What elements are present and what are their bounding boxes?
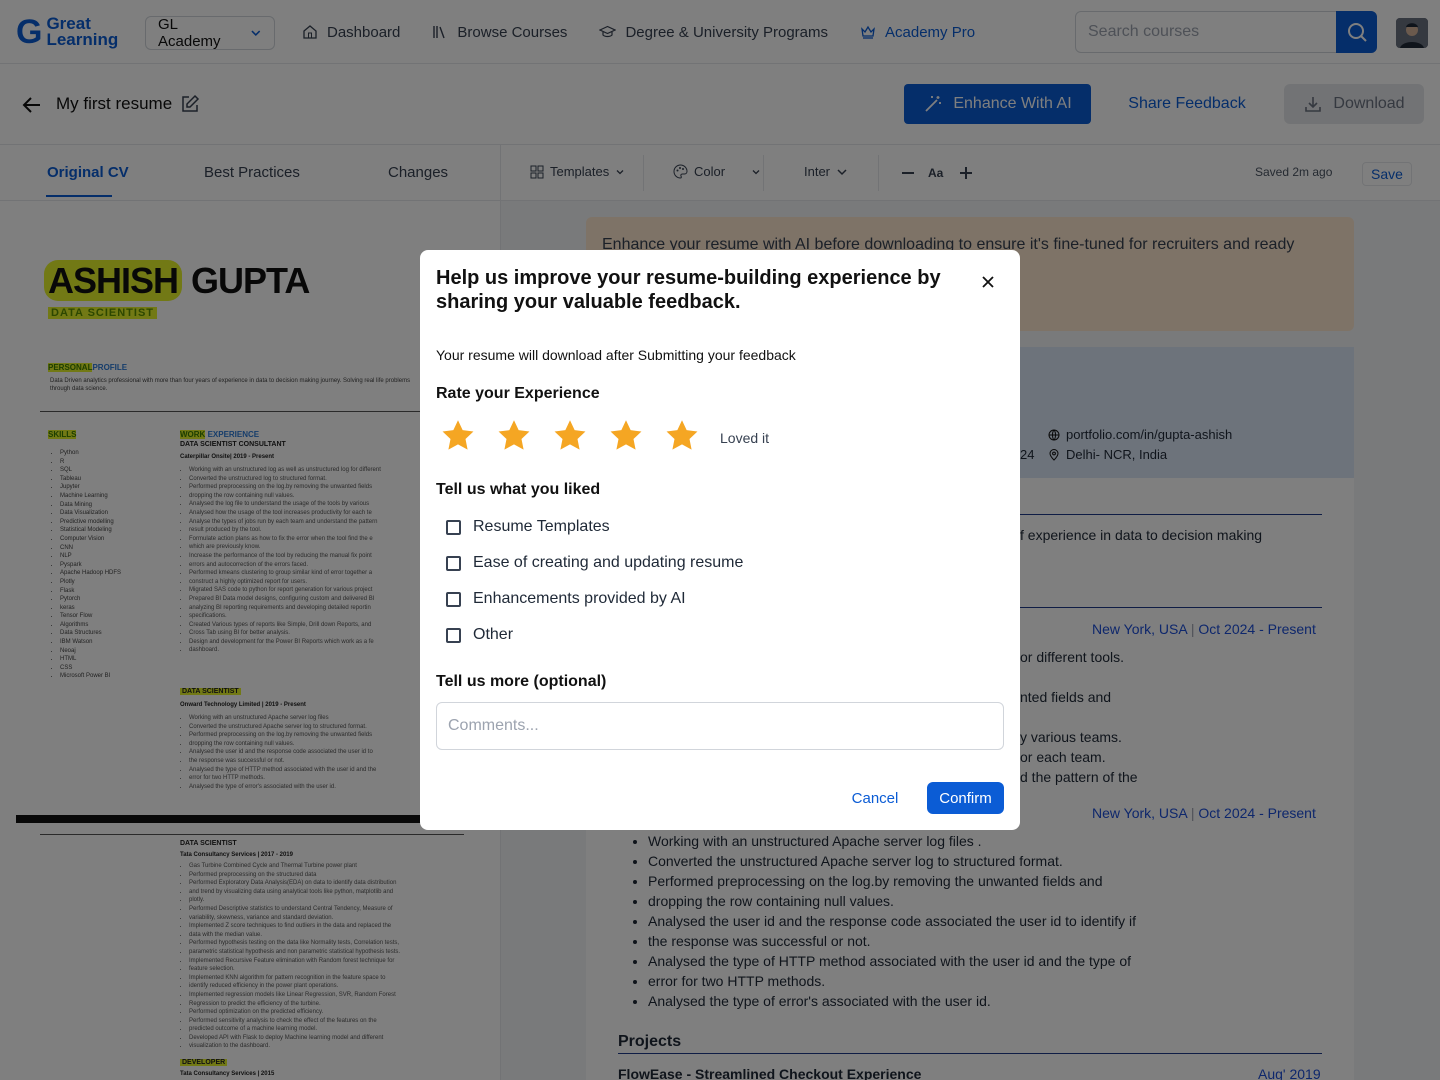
option-resume-templates[interactable]: Resume Templates <box>446 518 610 536</box>
star-icon[interactable] <box>608 418 644 454</box>
modal-title: Help us improve your resume-building exp… <box>436 267 941 313</box>
star-icon[interactable] <box>496 418 532 454</box>
star-rating <box>440 418 700 454</box>
close-icon <box>982 276 994 288</box>
cancel-label: Cancel <box>851 789 899 807</box>
close-button[interactable] <box>976 270 1000 294</box>
cancel-button[interactable]: Cancel <box>842 782 908 814</box>
modal-description: Your resume will download after Submitti… <box>436 347 796 363</box>
star-icon[interactable] <box>552 418 588 454</box>
checkbox[interactable] <box>446 555 461 571</box>
comments-input[interactable] <box>436 702 1004 750</box>
star-icon[interactable] <box>440 418 476 454</box>
option-label: Other <box>473 626 514 643</box>
liked-heading: Tell us what you liked <box>436 481 601 498</box>
option-other[interactable]: Other <box>446 626 513 644</box>
rate-heading: Rate your Experience <box>436 385 600 402</box>
checkbox[interactable] <box>446 519 461 535</box>
checkbox[interactable] <box>446 627 461 643</box>
star-icon[interactable] <box>664 418 700 454</box>
option-ai-enhancements[interactable]: Enhancements provided by AI <box>446 590 686 608</box>
rating-label: Loved it <box>720 430 770 446</box>
more-heading: Tell us more (optional) <box>436 673 607 690</box>
option-ease-of-use[interactable]: Ease of creating and updating resume <box>446 554 743 572</box>
option-label: Resume Templates <box>473 518 610 535</box>
confirm-button[interactable]: Confirm <box>927 782 1004 814</box>
option-label: Enhancements provided by AI <box>473 590 686 607</box>
confirm-label: Confirm <box>939 789 992 807</box>
option-label: Ease of creating and updating resume <box>473 554 744 571</box>
checkbox[interactable] <box>446 591 461 607</box>
